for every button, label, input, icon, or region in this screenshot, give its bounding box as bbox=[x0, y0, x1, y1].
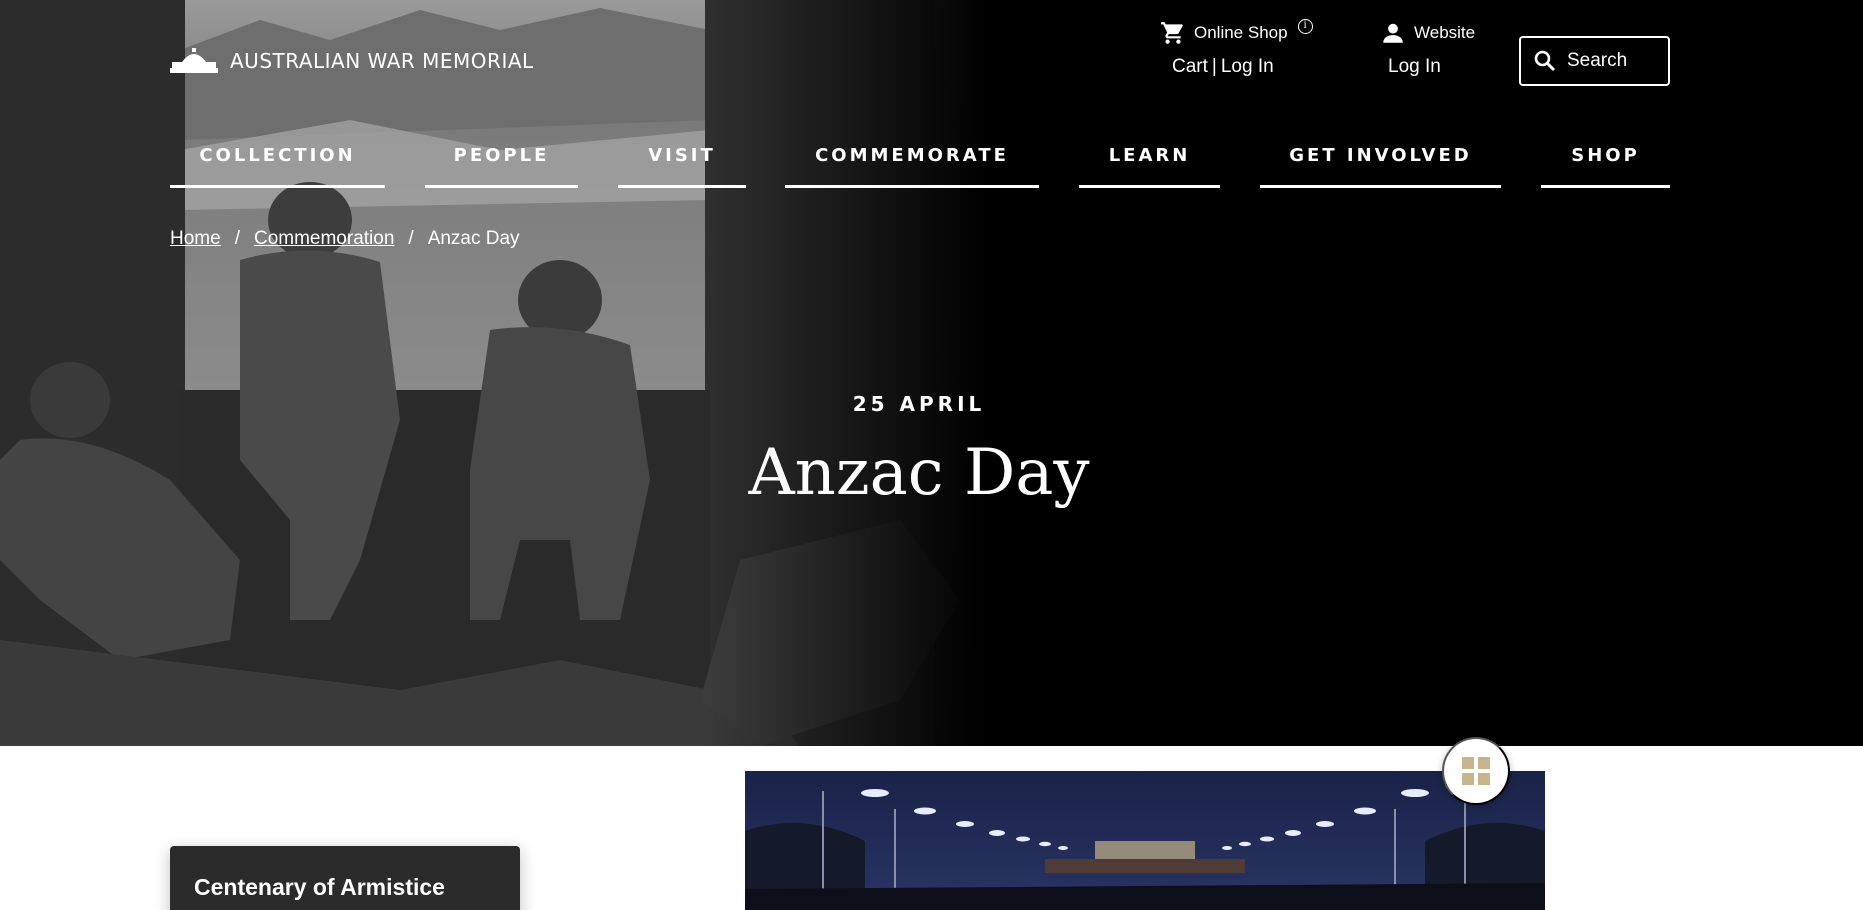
centenary-card-title: Centenary of Armistice bbox=[194, 874, 445, 900]
nav-item-collection[interactable]: COLLECTION bbox=[170, 140, 385, 188]
nav-item-learn[interactable]: LEARN bbox=[1079, 140, 1220, 188]
info-icon[interactable]: i bbox=[1297, 18, 1313, 34]
breadcrumb-separator: / bbox=[234, 228, 240, 249]
cart-link[interactable]: Cart bbox=[1172, 56, 1208, 77]
grid-menu-button[interactable] bbox=[1442, 737, 1510, 805]
hero-kicker: 25 APRIL bbox=[852, 392, 986, 416]
search-label: Search bbox=[1567, 50, 1628, 71]
page-title: Anzac Day bbox=[748, 436, 1090, 510]
nav-item-people[interactable]: PEOPLE bbox=[425, 140, 578, 188]
nav-item-get-involved[interactable]: GET INVOLVED bbox=[1260, 140, 1501, 188]
site-logo[interactable]: AUSTRALIAN WAR MEMORIAL bbox=[170, 46, 534, 76]
website-label[interactable]: Website bbox=[1414, 23, 1475, 43]
memorial-logo-icon bbox=[170, 48, 218, 73]
online-shop-menu: Online Shop i Cart | Log In bbox=[1160, 18, 1313, 78]
breadcrumb-home[interactable]: Home bbox=[170, 228, 221, 250]
brand-name: AUSTRALIAN WAR MEMORIAL bbox=[230, 49, 534, 73]
breadcrumb: Home / Commemoration / Anzac Day bbox=[170, 228, 520, 250]
hero-photo bbox=[0, 0, 1863, 746]
search-button[interactable]: Search bbox=[1519, 36, 1670, 86]
cart-icon bbox=[1161, 22, 1183, 44]
grid-icon bbox=[1462, 757, 1490, 785]
hero-banner: AUSTRALIAN WAR MEMORIAL Online Shop i Ca… bbox=[0, 0, 1863, 746]
shop-login-link[interactable]: Log In bbox=[1221, 56, 1274, 77]
breadcrumb-separator: / bbox=[408, 228, 414, 249]
nav-item-shop[interactable]: SHOP bbox=[1541, 140, 1670, 188]
breadcrumb-commemoration[interactable]: Commemoration bbox=[254, 228, 394, 250]
nav-item-commemorate[interactable]: COMMEMORATE bbox=[785, 140, 1039, 188]
centenary-card[interactable]: Centenary of Armistice bbox=[170, 846, 520, 910]
online-shop-label[interactable]: Online Shop bbox=[1194, 23, 1288, 43]
nav-item-visit[interactable]: VISIT bbox=[618, 140, 746, 188]
website-login-link[interactable]: Log In bbox=[1388, 56, 1441, 77]
breadcrumb-current: Anzac Day bbox=[427, 228, 520, 249]
search-icon bbox=[1534, 50, 1556, 72]
feature-image bbox=[745, 771, 1545, 910]
website-account-menu: Website Log In bbox=[1380, 20, 1475, 78]
cart-separator: | bbox=[1211, 56, 1217, 77]
main-nav: COLLECTION PEOPLE VISIT COMMEMORATE LEAR… bbox=[170, 140, 1670, 188]
person-icon bbox=[1383, 23, 1403, 43]
